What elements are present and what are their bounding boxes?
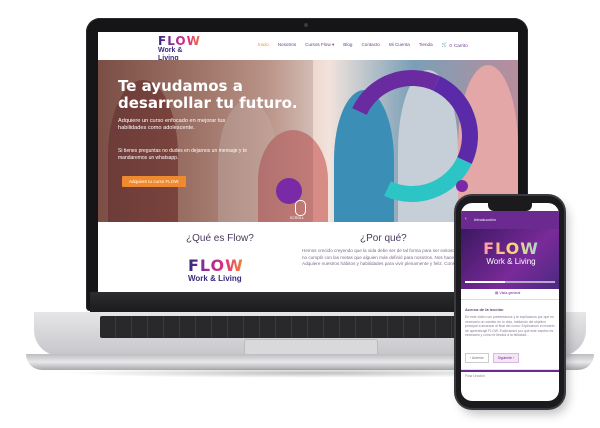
nav-nosotros[interactable]: Nosotros [278, 42, 296, 48]
logo-sub: Work & Living [188, 274, 242, 283]
lesson-tabs: ▤ Vista general [461, 289, 559, 300]
lesson-navigation: ‹ Anterior Siguiente › [465, 353, 519, 363]
hero-subtitle: Adquiere un curso enfocado en mejorar tu… [118, 118, 226, 131]
lesson-footer: Flow Lección [461, 369, 559, 382]
lesson-title: Introducción [474, 217, 496, 222]
cart-label: Carrito [453, 42, 468, 48]
logo-word: FLOW [158, 35, 204, 47]
video-progress-bar[interactable] [465, 281, 555, 283]
phone-lesson-header: ‹ Introducción [461, 211, 559, 229]
logo-word: FLOW [471, 241, 551, 257]
laptop-camera [304, 23, 308, 27]
main-nav: Inicio Nosotros Cursos Flow ▾ Blog Conta… [258, 42, 468, 48]
cart-count: 0 [449, 42, 452, 48]
nav-blog[interactable]: Blog [343, 42, 352, 48]
scroll-icon[interactable] [295, 200, 306, 216]
document-icon: ▤ [495, 291, 499, 295]
what-is-flow-heading: ¿Qué es Flow? [186, 233, 254, 244]
logo-sub: Work & Living [486, 257, 536, 266]
nav-cursos-flow[interactable]: Cursos Flow ▾ [305, 42, 334, 48]
cart-icon: 🛒 [441, 42, 448, 47]
buy-course-button[interactable]: Adquiere tu curso FLOW [122, 176, 186, 187]
laptop-screen: FLOW Work & Living Inicio Nosotros Curso… [98, 32, 518, 292]
purple-dot-graphic [456, 180, 468, 192]
nav-carrito[interactable]: 🛒 0 Carrito [442, 42, 468, 48]
lesson-video[interactable]: FLOW Work & Living [461, 229, 559, 289]
tab-overview[interactable]: ▤ Vista general [495, 291, 520, 295]
logo-word: FLOW [188, 256, 244, 275]
hero-section: Te ayudamos a desarrollar tu futuro. Adq… [98, 60, 518, 222]
footer-label: Flow Lección [465, 374, 485, 378]
about-section: ¿Qué es Flow? ¿Por qué? FLOW Work & Livi… [98, 222, 518, 292]
hero-title: Te ayudamos a desarrollar tu futuro. [118, 77, 298, 112]
lesson-section-title: Acerca de la lección [465, 307, 504, 312]
nav-tienda[interactable]: Tienda [419, 42, 433, 48]
phone-notch [488, 203, 532, 211]
lesson-description: En este video nos presentamos y te expli… [465, 315, 555, 338]
back-arrow-icon[interactable]: ‹ [465, 216, 467, 222]
previous-button[interactable]: ‹ Anterior [465, 353, 489, 363]
scroll-label: SCROLL [290, 216, 305, 220]
site-header: FLOW Work & Living Inicio Nosotros Curso… [98, 32, 518, 62]
nav-inicio[interactable]: Inicio [258, 42, 269, 48]
nav-mi-cuenta[interactable]: Mi Cuenta [389, 42, 410, 48]
phone-screen: ‹ Introducción FLOW Work & Living ▤ Vist… [461, 203, 559, 401]
chevron-down-icon: ▾ [331, 42, 335, 47]
nav-contacto[interactable]: Contacto [361, 42, 379, 48]
why-heading: ¿Por qué? [360, 233, 407, 244]
next-button[interactable]: Siguiente › [492, 353, 519, 363]
hero-subtitle-secondary: Si tienes preguntas no dudes en dejarnos… [118, 148, 247, 161]
flow-logo-large: FLOW Work & Living [188, 256, 244, 284]
footer-progress-bar [461, 370, 559, 372]
video-logo: FLOW Work & Living [471, 241, 551, 267]
site-logo[interactable]: FLOW Work & Living [158, 35, 204, 62]
